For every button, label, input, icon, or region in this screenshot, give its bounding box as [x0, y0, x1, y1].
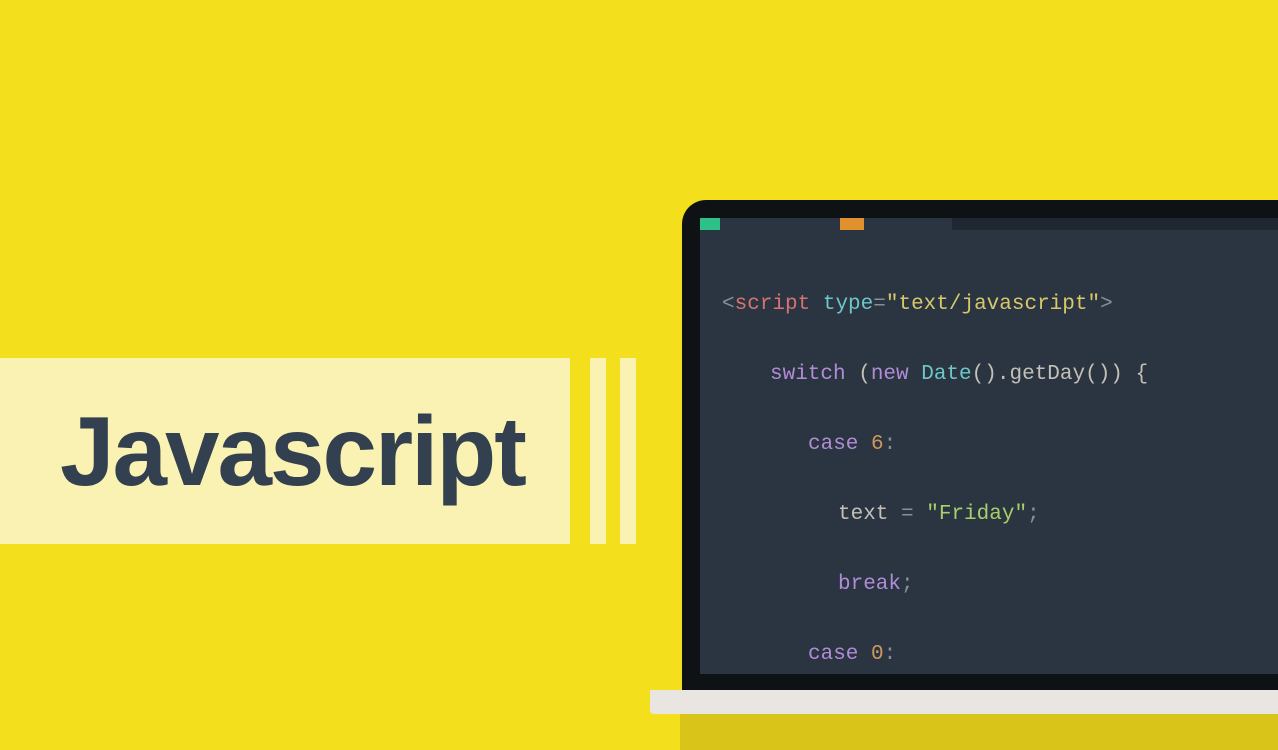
code-line: <script type="text/javascript"> [722, 287, 1278, 322]
topbar-segment-green [700, 218, 720, 230]
topbar-segment-gray [952, 218, 1278, 230]
code-line: text = "Friday"; [722, 497, 1278, 532]
code-line: case 0: [722, 637, 1278, 672]
laptop-frame: <script type="text/javascript"> switch (… [682, 200, 1278, 692]
editor-topbar [700, 218, 1278, 230]
code-line: case 6: [722, 427, 1278, 462]
page-title: Javascript [60, 395, 525, 508]
laptop-screen: <script type="text/javascript"> switch (… [700, 218, 1278, 674]
decorative-stripe [590, 358, 606, 544]
code-block: <script type="text/javascript"> switch (… [722, 252, 1278, 674]
code-line: switch (new Date().getDay()) { [722, 357, 1278, 392]
title-banner: Javascript [0, 358, 570, 544]
code-line: break; [722, 567, 1278, 602]
decorative-stripe [620, 358, 636, 544]
laptop-base [650, 690, 1278, 714]
topbar-segment-orange [840, 218, 864, 230]
